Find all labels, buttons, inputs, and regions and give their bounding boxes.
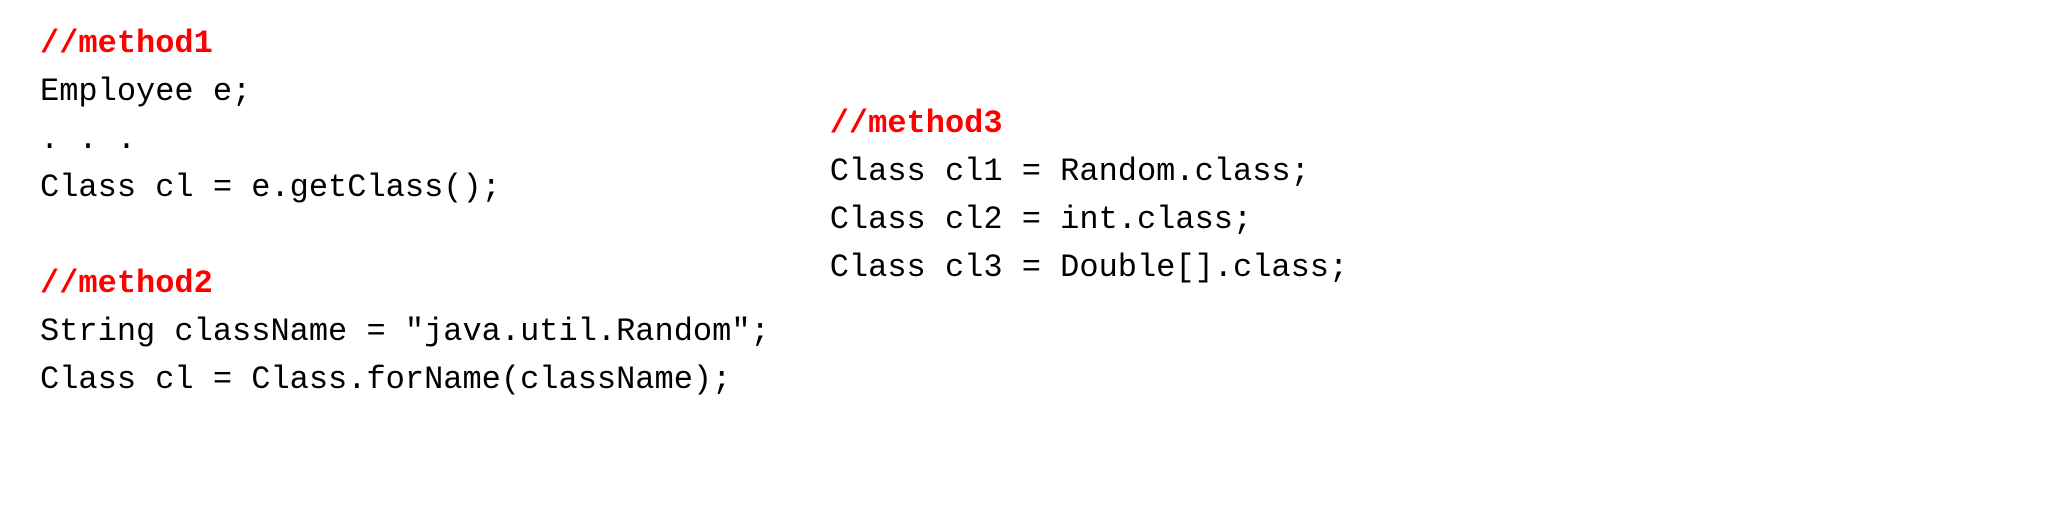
right-code-column: //method3 Class cl1 = Random.class; Clas…: [830, 20, 1348, 292]
code-line: Class cl = Class.forName(className);: [40, 356, 770, 404]
blank-line: [40, 212, 770, 260]
method2-comment: //method2: [40, 260, 770, 308]
code-line: Class cl1 = Random.class;: [830, 148, 1348, 196]
method1-comment: //method1: [40, 20, 770, 68]
code-line: . . .: [40, 116, 770, 164]
left-code-column: //method1 Employee e; . . . Class cl = e…: [40, 20, 770, 404]
method3-comment: //method3: [830, 100, 1348, 148]
code-line: Class cl = e.getClass();: [40, 164, 770, 212]
code-line: Employee e;: [40, 68, 770, 116]
code-line: Class cl3 = Double[].class;: [830, 244, 1348, 292]
code-line: String className = "java.util.Random";: [40, 308, 770, 356]
code-line: Class cl2 = int.class;: [830, 196, 1348, 244]
